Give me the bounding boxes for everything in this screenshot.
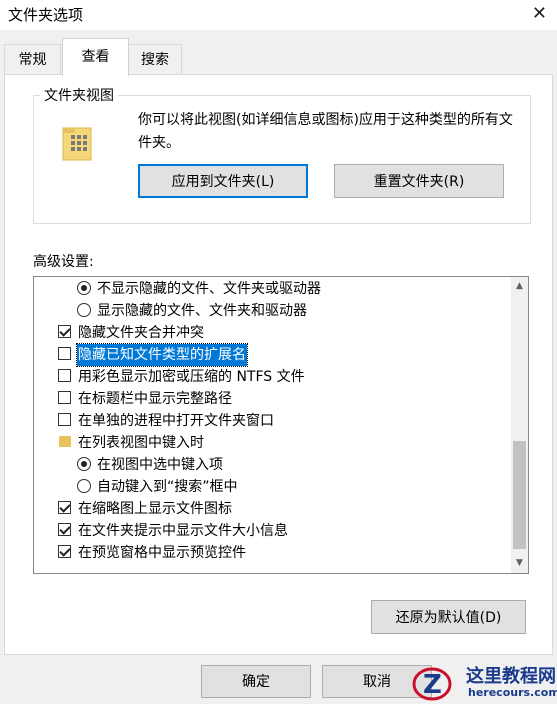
reset-folders-button[interactable]: 重置文件夹(R) [334,164,504,198]
checkbox[interactable] [58,325,71,338]
checkbox[interactable] [58,347,71,360]
ok-button[interactable]: 确定 [201,665,311,698]
vertical-scrollbar[interactable]: ▲ ▼ [511,277,528,573]
scroll-thumb[interactable] [513,441,526,549]
list-item-label: 在单独的进程中打开文件夹窗口 [78,413,274,429]
checkbox[interactable] [58,369,71,382]
list-item-label: 不显示隐藏的文件、文件夹或驱动器 [97,281,321,297]
scroll-up-icon[interactable]: ▲ [511,278,528,295]
checkbox[interactable] [58,545,71,558]
list-item-label: 隐藏已知文件类型的扩展名 [76,343,248,367]
list-item-label: 在标题栏中显示完整路径 [78,391,232,407]
folder-view-icon [62,127,92,161]
radio-button[interactable] [77,479,91,493]
tab-general[interactable]: 常规 [4,44,61,75]
list-item-label: 显示隐藏的文件、文件夹和驱动器 [97,303,307,319]
list-item-label: 在视图中选中键入项 [97,457,223,473]
window-title: 文件夹选项 [8,6,84,24]
folder-views-description: 你可以将此视图(如详细信息或图标)应用于这种类型的所有文件夹。 [138,112,513,151]
apply-to-folders-button[interactable]: 应用到文件夹(L) [138,164,308,198]
list-group-label: 在列表视图中键入时 [78,435,204,451]
list-item-label: 在预览窗格中显示预览控件 [78,545,246,561]
list-item-label: 隐藏文件夹合并冲突 [78,325,204,341]
checkbox[interactable] [58,501,71,514]
restore-defaults-button[interactable]: 还原为默认值(D) [371,600,526,634]
folder-icon [59,436,71,447]
watermark-logo-icon: Z [412,667,452,701]
radio-button[interactable] [77,457,91,471]
close-icon[interactable]: ✕ [532,3,547,24]
list-item-label: 在缩略图上显示文件图标 [78,501,232,517]
watermark: Z 这里教程网 herecours.com [408,662,557,704]
title-bar: 文件夹选项 ✕ [0,0,557,30]
checkbox[interactable] [58,391,71,404]
list-item-label: 用彩色显示加密或压缩的 NTFS 文件 [78,369,305,385]
watermark-url: herecours.com [468,686,557,699]
tab-view[interactable]: 查看 [62,38,129,76]
scroll-down-icon[interactable]: ▼ [511,555,528,572]
svg-text:Z: Z [423,670,442,700]
advanced-settings-list: 不显示隐藏的文件、文件夹或驱动器 显示隐藏的文件、文件夹和驱动器 隐藏文件夹合并… [33,276,529,574]
folder-views-label: 文件夹视图 [40,85,118,105]
checkbox[interactable] [58,523,71,536]
list-item-label: 在文件夹提示中显示文件大小信息 [78,523,288,539]
folder-views-group: 文件夹视图 你可以将此视图(如详细信息或图标)应用于这种类型的所有文件夹。 应用… [33,85,531,224]
radio-button[interactable] [77,281,91,295]
tab-strip: 常规 查看 搜索 [0,30,557,76]
tab-search[interactable]: 搜索 [128,44,182,75]
checkbox[interactable] [58,413,71,426]
view-tab-panel: 文件夹视图 你可以将此视图(如详细信息或图标)应用于这种类型的所有文件夹。 应用… [4,74,553,655]
advanced-settings-label: 高级设置: [33,254,94,270]
watermark-title: 这里教程网 [466,666,556,687]
radio-button[interactable] [77,303,91,317]
list-item-label: 自动键入到“搜索”框中 [97,479,238,495]
